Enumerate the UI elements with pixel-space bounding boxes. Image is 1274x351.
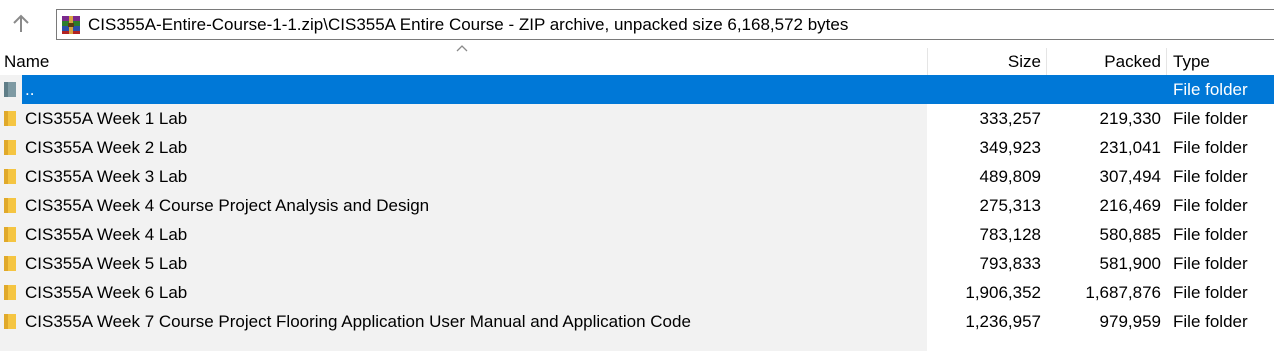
folder-icon bbox=[4, 314, 16, 329]
list-item[interactable]: CIS355A Week 5 Lab 793,833 581,900 File … bbox=[0, 249, 1274, 278]
file-packed: 231,041 bbox=[1099, 138, 1161, 157]
folder-icon bbox=[4, 140, 16, 155]
column-name[interactable]: Name bbox=[4, 48, 49, 75]
column-header: Name Size Packed Type bbox=[0, 45, 1274, 75]
file-name: CIS355A Week 4 Lab bbox=[25, 225, 188, 244]
file-name: CIS355A Week 2 Lab bbox=[25, 138, 188, 157]
file-packed: 1,687,876 bbox=[1085, 283, 1161, 302]
selection-highlight bbox=[22, 75, 1274, 104]
list-item[interactable]: CIS355A Week 3 Lab 489,809 307,494 File … bbox=[0, 162, 1274, 191]
folder-icon bbox=[4, 111, 16, 126]
column-type[interactable]: Type bbox=[1173, 48, 1210, 75]
file-name: .. bbox=[25, 80, 35, 99]
file-name: CIS355A Week 7 Course Project Flooring A… bbox=[25, 312, 691, 331]
file-size: 1,236,957 bbox=[965, 312, 1041, 331]
column-divider[interactable] bbox=[1166, 48, 1167, 75]
file-name: CIS355A Week 6 Lab bbox=[25, 283, 188, 302]
file-packed: 581,900 bbox=[1099, 254, 1161, 273]
file-packed: 219,330 bbox=[1099, 109, 1161, 128]
folder-icon bbox=[4, 198, 16, 213]
column-packed[interactable]: Packed bbox=[1104, 48, 1161, 75]
file-type: File folder bbox=[1173, 109, 1248, 128]
archive-path: CIS355A-Entire-Course-1-1.zip\CIS355A En… bbox=[88, 14, 849, 34]
list-item[interactable]: CIS355A Week 2 Lab 349,923 231,041 File … bbox=[0, 133, 1274, 162]
file-packed: 580,885 bbox=[1099, 225, 1161, 244]
folder-icon bbox=[4, 256, 16, 271]
file-packed: 216,469 bbox=[1099, 196, 1161, 215]
list-item[interactable]: CIS355A Week 4 Course Project Analysis a… bbox=[0, 191, 1274, 220]
folder-icon bbox=[4, 227, 16, 242]
up-button[interactable] bbox=[6, 10, 36, 38]
file-size: 349,923 bbox=[979, 138, 1041, 157]
address-bar[interactable]: CIS355A-Entire-Course-1-1.zip\CIS355A En… bbox=[56, 9, 1274, 40]
list-empty-area bbox=[0, 336, 927, 351]
file-type: File folder bbox=[1173, 196, 1248, 215]
file-size: 333,257 bbox=[979, 109, 1041, 128]
file-size: 783,128 bbox=[979, 225, 1041, 244]
parent-folder-icon bbox=[4, 82, 16, 97]
file-size: 275,313 bbox=[979, 196, 1041, 215]
list-item[interactable]: CIS355A Week 6 Lab 1,906,352 1,687,876 F… bbox=[0, 278, 1274, 307]
column-size[interactable]: Size bbox=[1008, 48, 1041, 75]
sort-ascending-icon bbox=[456, 45, 468, 52]
file-packed: 979,959 bbox=[1099, 312, 1161, 331]
list-item-parent[interactable]: .. File folder bbox=[0, 75, 1274, 104]
file-size: 489,809 bbox=[979, 167, 1041, 186]
file-type: File folder bbox=[1173, 80, 1248, 99]
column-divider[interactable] bbox=[1046, 48, 1047, 75]
list-item[interactable]: CIS355A Week 4 Lab 783,128 580,885 File … bbox=[0, 220, 1274, 249]
file-type: File folder bbox=[1173, 225, 1248, 244]
file-type: File folder bbox=[1173, 254, 1248, 273]
folder-icon bbox=[4, 285, 16, 300]
file-type: File folder bbox=[1173, 283, 1248, 302]
file-list: .. File folder CIS355A Week 1 Lab 333,25… bbox=[0, 75, 1274, 336]
file-name: CIS355A Week 3 Lab bbox=[25, 167, 188, 186]
file-size: 793,833 bbox=[979, 254, 1041, 273]
file-type: File folder bbox=[1173, 138, 1248, 157]
file-packed: 307,494 bbox=[1099, 167, 1161, 186]
column-divider[interactable] bbox=[927, 48, 928, 75]
file-name: CIS355A Week 5 Lab bbox=[25, 254, 188, 273]
file-name: CIS355A Week 1 Lab bbox=[25, 109, 188, 128]
file-type: File folder bbox=[1173, 167, 1248, 186]
folder-icon bbox=[4, 169, 16, 184]
list-item[interactable]: CIS355A Week 7 Course Project Flooring A… bbox=[0, 307, 1274, 336]
file-type: File folder bbox=[1173, 312, 1248, 331]
toolbar: CIS355A-Entire-Course-1-1.zip\CIS355A En… bbox=[0, 0, 1274, 48]
file-size: 1,906,352 bbox=[965, 283, 1041, 302]
list-item[interactable]: CIS355A Week 1 Lab 333,257 219,330 File … bbox=[0, 104, 1274, 133]
arrow-up-icon bbox=[13, 14, 29, 32]
file-name: CIS355A Week 4 Course Project Analysis a… bbox=[25, 196, 430, 215]
winrar-archive-icon bbox=[62, 15, 80, 34]
